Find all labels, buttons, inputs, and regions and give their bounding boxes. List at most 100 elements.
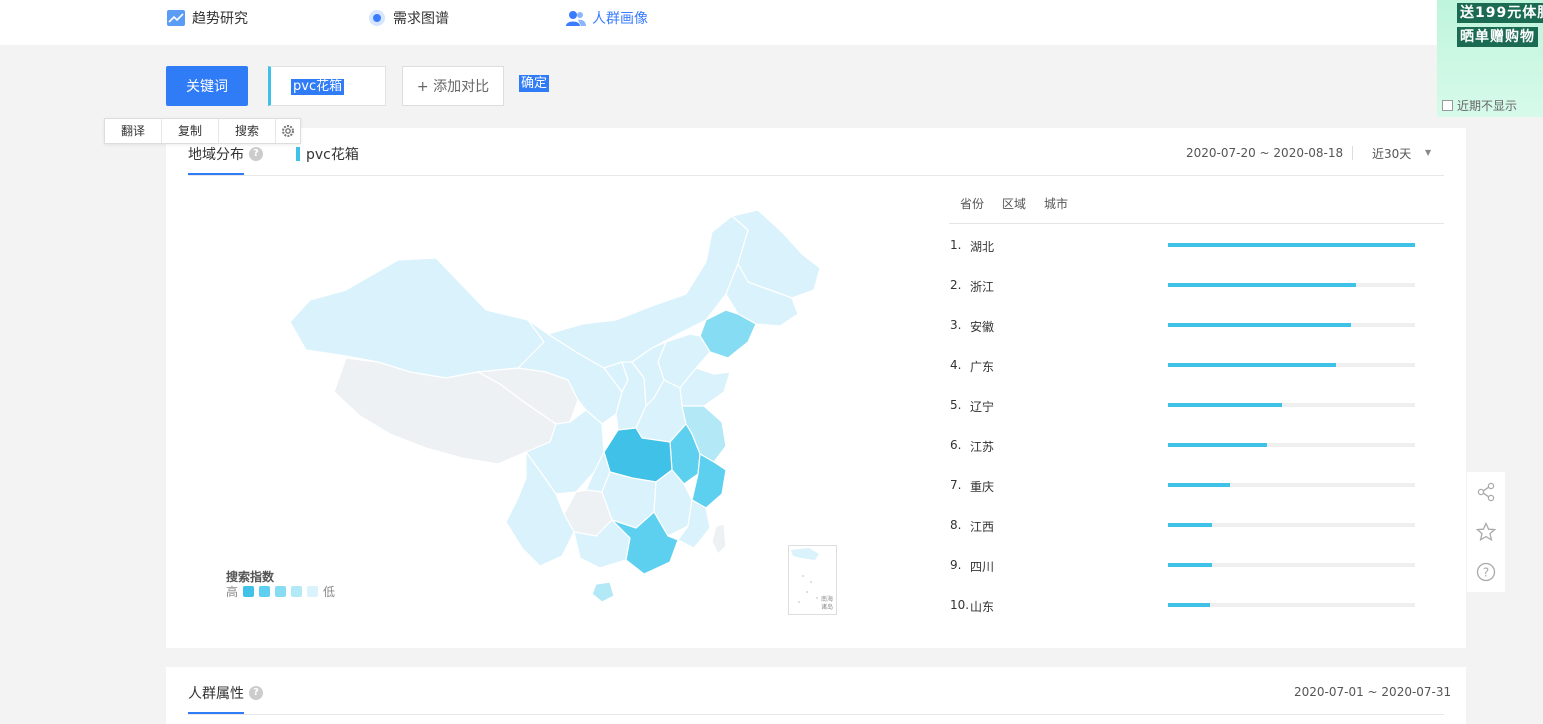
rank-bar-fill bbox=[1168, 323, 1351, 327]
confirm-button[interactable]: 确定 bbox=[519, 75, 550, 92]
translate-button[interactable]: 翻译 bbox=[105, 119, 162, 143]
rank-province-name: 辽宁 bbox=[970, 400, 995, 414]
rank-row[interactable]: 7. 重庆 bbox=[950, 476, 1420, 516]
rank-bar-track bbox=[1168, 363, 1415, 367]
rank-row[interactable]: 4. 广东 bbox=[950, 356, 1420, 396]
people-icon bbox=[566, 11, 586, 26]
rank-row[interactable]: 9. 四川 bbox=[950, 556, 1420, 596]
rank-bar-track bbox=[1168, 443, 1415, 447]
rank-number: 8. bbox=[950, 518, 962, 532]
caret-down-icon[interactable]: ▼ bbox=[1425, 148, 1431, 157]
legend-low: 低 bbox=[323, 585, 336, 599]
rank-bar-track bbox=[1168, 323, 1415, 327]
rank-bar-fill bbox=[1168, 523, 1213, 527]
rank-province-name: 浙江 bbox=[970, 280, 995, 294]
rank-bar-fill bbox=[1168, 283, 1356, 287]
keyword-button[interactable]: 关键词 bbox=[166, 66, 248, 106]
legend-swatch bbox=[307, 586, 319, 597]
inset-label: 南海诸岛 bbox=[821, 596, 834, 611]
divider bbox=[188, 175, 1444, 176]
legend-swatch bbox=[259, 586, 271, 597]
rank-bar-track bbox=[1168, 603, 1415, 607]
rank-row[interactable]: 8. 江西 bbox=[950, 516, 1420, 556]
rank-number: 9. bbox=[950, 558, 962, 572]
rank-row[interactable]: 1. 湖北 bbox=[950, 236, 1420, 276]
south-china-sea-inset: 南海诸岛 bbox=[788, 545, 837, 615]
promo-line-1: 送199元体脂 bbox=[1457, 3, 1543, 23]
crowd-date-range: 2020-07-01 ~ 2020-07-31 bbox=[1294, 685, 1452, 699]
region-taiwan[interactable] bbox=[711, 523, 727, 555]
gear-icon bbox=[282, 125, 294, 137]
tab-region-label: 地域分布 bbox=[188, 147, 244, 163]
date-range: 2020-07-20 ~ 2020-08-18 bbox=[1186, 146, 1344, 160]
rank-bar-track bbox=[1168, 403, 1415, 407]
series-legend: pvc花箱 bbox=[296, 144, 359, 164]
region-xinjiang[interactable] bbox=[289, 257, 545, 379]
rank-row[interactable]: 3. 安徽 bbox=[950, 316, 1420, 356]
legend-scale: 高 低 bbox=[226, 583, 335, 600]
region-hainan[interactable] bbox=[591, 581, 615, 603]
question-icon[interactable]: ? bbox=[1476, 562, 1496, 582]
copy-button[interactable]: 复制 bbox=[162, 119, 219, 143]
settings-button[interactable] bbox=[276, 119, 300, 143]
divider bbox=[188, 714, 1444, 715]
region-card: 地域分布 ? pvc花箱 2020-07-20 ~ 2020-08-18 近30… bbox=[166, 128, 1466, 648]
rank-province-name: 江苏 bbox=[970, 440, 995, 454]
top-nav: 趋势研究 需求图谱 人群画像 bbox=[0, 0, 1543, 45]
rank-bar-fill bbox=[1168, 483, 1230, 487]
promo-line-2: 晒单赠购物 bbox=[1457, 27, 1538, 47]
rank-province-name: 湖北 bbox=[970, 240, 995, 254]
promo-banner[interactable]: 送199元体脂 晒单赠购物 近期不显示 bbox=[1437, 0, 1543, 117]
rank-bar-fill bbox=[1168, 603, 1210, 607]
demand-graph-icon bbox=[369, 10, 385, 26]
keyword-input[interactable]: pvc花箱 bbox=[268, 66, 386, 106]
rank-province-name: 广东 bbox=[970, 360, 995, 374]
rank-tabs: 省份 区域 城市 bbox=[960, 195, 1068, 212]
crowd-card: 人群属性 ? 2020-07-01 ~ 2020-07-31 bbox=[166, 667, 1466, 724]
rank-number: 4. bbox=[950, 358, 962, 372]
rank-number: 10. bbox=[950, 598, 970, 612]
rank-bar-fill bbox=[1168, 563, 1213, 567]
star-icon[interactable] bbox=[1476, 522, 1496, 542]
promo-hide-label: 近期不显示 bbox=[1457, 99, 1518, 113]
legend-swatch bbox=[243, 586, 255, 597]
rank-province-name: 安徽 bbox=[970, 320, 995, 334]
add-compare-button[interactable]: + 添加对比 bbox=[402, 66, 504, 106]
keyword-value: pvc花箱 bbox=[291, 79, 345, 95]
legend-high: 高 bbox=[226, 585, 239, 599]
rank-row[interactable]: 10. 山东 bbox=[950, 596, 1420, 636]
rank-number: 5. bbox=[950, 398, 962, 412]
nav-demand[interactable]: 需求图谱 bbox=[367, 8, 449, 28]
tab-area[interactable]: 区域 bbox=[1002, 195, 1026, 212]
rank-row[interactable]: 6. 江苏 bbox=[950, 436, 1420, 476]
svg-text:?: ? bbox=[1483, 566, 1489, 580]
rank-province-name: 江西 bbox=[970, 520, 995, 534]
promo-hide-checkbox[interactable]: 近期不显示 bbox=[1442, 97, 1517, 114]
rank-row[interactable]: 5. 辽宁 bbox=[950, 396, 1420, 436]
rank-row[interactable]: 2. 浙江 bbox=[950, 276, 1420, 316]
rank-number: 2. bbox=[950, 278, 962, 292]
tab-region[interactable]: 地域分布 ? bbox=[188, 144, 263, 164]
rank-province-name: 山东 bbox=[970, 600, 995, 614]
legend-swatch bbox=[275, 586, 287, 597]
nav-trend-label: 趋势研究 bbox=[192, 11, 248, 27]
share-icon[interactable] bbox=[1476, 482, 1496, 502]
search-button[interactable]: 搜索 bbox=[219, 119, 276, 143]
rank-bar-fill bbox=[1168, 443, 1267, 447]
china-map bbox=[289, 209, 821, 603]
help-icon[interactable]: ? bbox=[249, 147, 263, 161]
period-select[interactable]: 近30天 bbox=[1372, 145, 1411, 162]
tab-city[interactable]: 城市 bbox=[1044, 195, 1068, 212]
rank-bar-fill bbox=[1168, 403, 1282, 407]
rank-list: 1. 湖北 2. 浙江 3. 安徽 4. 广东 5. 辽宁 6. 江苏 7. 重庆 8. 江西 9. 四川 10. 山… bbox=[950, 236, 1420, 636]
selection-toolbar: 翻译 复制 搜索 bbox=[104, 118, 301, 144]
rank-bar-fill bbox=[1168, 243, 1415, 247]
date-separator bbox=[1352, 146, 1353, 160]
tab-crowd[interactable]: 人群属性 ? bbox=[188, 683, 263, 703]
help-icon[interactable]: ? bbox=[249, 686, 263, 700]
series-name: pvc花箱 bbox=[306, 147, 359, 163]
tab-province[interactable]: 省份 bbox=[960, 195, 984, 212]
rank-bar-track bbox=[1168, 483, 1415, 487]
nav-people[interactable]: 人群画像 bbox=[566, 8, 648, 28]
nav-trend[interactable]: 趋势研究 bbox=[166, 8, 248, 28]
